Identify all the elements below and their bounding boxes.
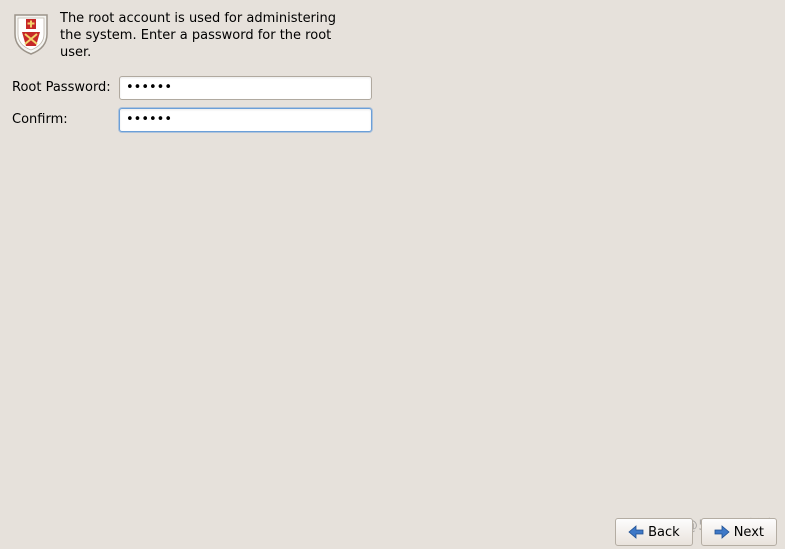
header-row: The root account is used for administeri… xyxy=(12,11,773,62)
root-password-input[interactable] xyxy=(119,76,372,100)
shield-icon xyxy=(12,12,50,56)
confirm-label: Confirm: xyxy=(12,112,119,127)
description-text: The root account is used for administeri… xyxy=(60,11,360,62)
footer-nav: Back Next xyxy=(0,515,785,549)
arrow-left-icon xyxy=(628,525,644,539)
confirm-input[interactable] xyxy=(119,108,372,132)
root-password-label: Root Password: xyxy=(12,80,119,95)
root-password-row: Root Password: xyxy=(12,76,773,100)
back-button-label: Back xyxy=(648,525,680,540)
next-button-label: Next xyxy=(734,525,764,540)
arrow-right-icon xyxy=(714,525,730,539)
back-button[interactable]: Back xyxy=(615,518,693,546)
main-panel: The root account is used for administeri… xyxy=(0,0,785,151)
confirm-row: Confirm: xyxy=(12,108,773,132)
next-button[interactable]: Next xyxy=(701,518,777,546)
